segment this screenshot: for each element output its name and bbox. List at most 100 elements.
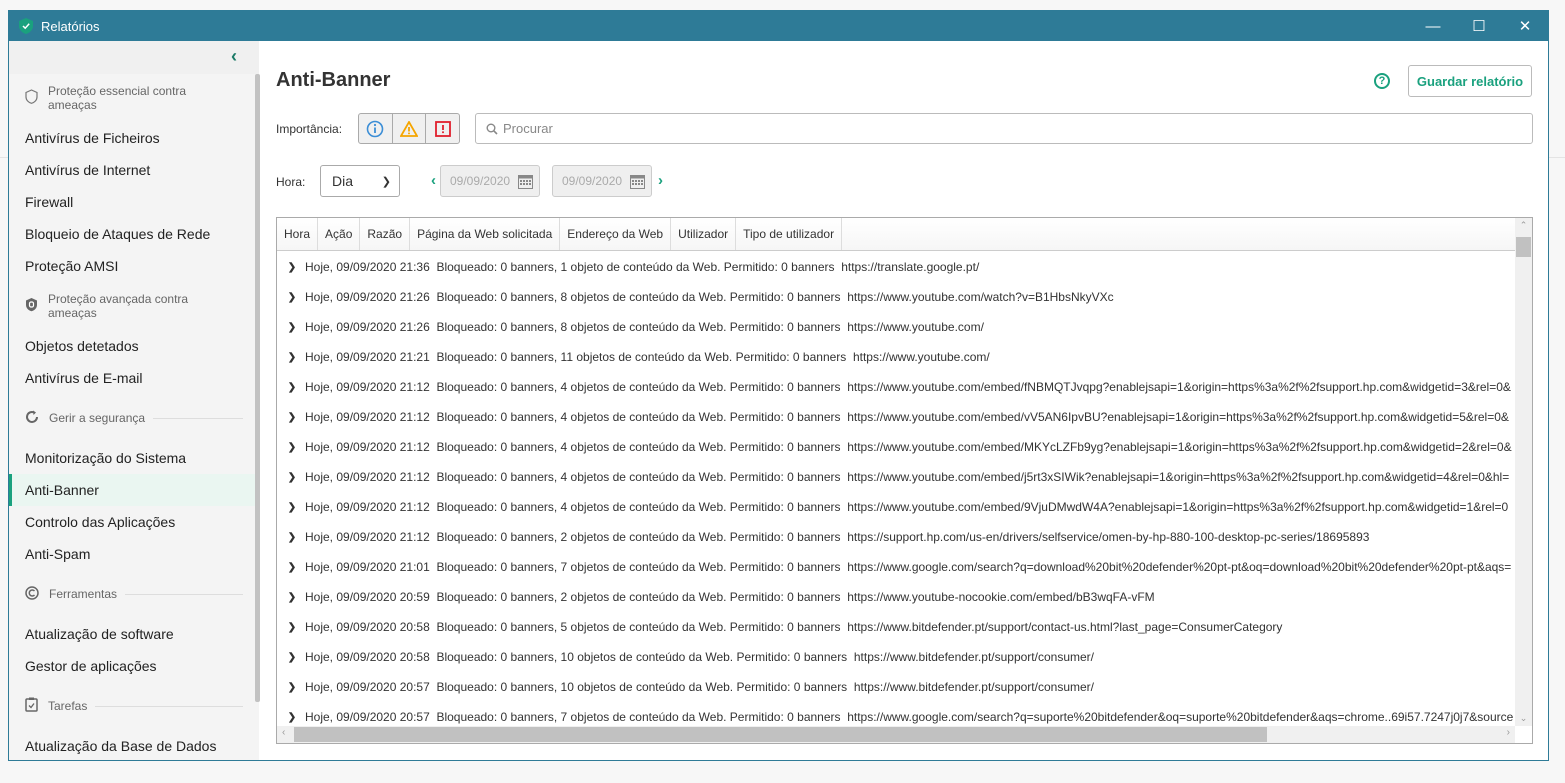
column-header[interactable]: Razão [360,218,411,250]
table-row[interactable]: ❯ Hoje, 09/09/2020 21:12 Bloqueado: 0 ban… [277,462,1515,492]
row-url: https://www.youtube.com/ [852,350,990,364]
calendar-icon[interactable] [518,174,533,189]
table-row[interactable]: ❯ Hoje, 09/09/2020 21:12 Bloqueado: 0 ban… [277,402,1515,432]
table-row[interactable]: ❯ Hoje, 09/09/2020 21:26 Bloqueado: 0 ban… [277,312,1515,342]
row-url: https://www.youtube.com/watch?v=B1HbsNky… [847,290,1114,304]
chevron-right-icon[interactable]: ❯ [277,562,305,573]
scroll-up-icon[interactable]: ⌃ [1515,220,1532,231]
sidebar-item[interactable]: Antivírus de Ficheiros [9,122,259,154]
minimize-button[interactable]: — [1410,11,1456,41]
scroll-right-icon[interactable]: › [1507,727,1510,738]
chevron-right-icon[interactable]: ❯ [277,502,305,513]
section-divider [125,593,243,595]
table-row[interactable]: ❯ Hoje, 09/09/2020 20:58 Bloqueado: 0 ban… [277,612,1515,642]
chevron-right-icon[interactable]: ❯ [277,472,305,483]
date-to-field[interactable]: 09/09/2020 [552,165,652,197]
warning-filter-button[interactable] [393,114,427,143]
chevron-left-icon: ‹ [231,46,237,66]
save-report-button[interactable]: Guardar relatório [1408,65,1532,97]
date-from-field[interactable]: 09/09/2020 [440,165,540,197]
previous-date-button[interactable]: ‹ [431,172,436,189]
chevron-right-icon[interactable]: ❯ [277,532,305,543]
horizontal-scroll-thumb[interactable] [294,727,1267,742]
sidebar-item[interactable]: Antivírus de E-mail [9,362,259,394]
chevron-right-icon[interactable]: ❯ [277,352,305,363]
table-row[interactable]: ❯ Hoje, 09/09/2020 21:12 Bloqueado: 0 ban… [277,522,1515,552]
chevron-right-icon[interactable]: ❯ [277,592,305,603]
info-filter-button[interactable] [359,114,393,143]
sidebar-item[interactable]: Bloqueio de Ataques de Rede [9,218,259,250]
reports-window: Relatórios — ☐ ✕ ‹ Proteção essencial co… [8,10,1549,761]
search-input[interactable]: Procurar [475,113,1533,144]
chevron-right-icon[interactable]: ❯ [277,442,305,453]
warning-icon [400,120,418,137]
search-placeholder: Procurar [503,121,553,136]
table-row[interactable]: ❯ Hoje, 09/09/2020 20:59 Bloqueado: 0 ban… [277,582,1515,612]
table-row[interactable]: ❯ Hoje, 09/09/2020 21:21 Bloqueado: 0 ban… [277,342,1515,372]
vertical-scroll-thumb[interactable] [1516,237,1531,257]
table-row[interactable]: ❯ Hoje, 09/09/2020 21:12 Bloqueado: 0 ban… [277,492,1515,522]
sidebar-item[interactable]: Monitorização do Sistema [9,442,259,474]
column-header[interactable]: Tipo de utilizador [736,218,843,250]
chevron-right-icon[interactable]: ❯ [277,712,305,723]
chevron-right-icon[interactable]: ❯ [277,682,305,693]
column-header[interactable]: Hora [277,218,319,250]
next-date-button[interactable]: › [658,172,663,189]
chevron-right-icon[interactable]: ❯ [277,292,305,303]
sidebar-item[interactable]: Gestor de aplicações [9,650,259,682]
events-table: Hora Ação Razão Página da Web solicitada End… [276,217,1533,744]
row-time: Hoje, 09/09/2020 20:57 [305,680,430,694]
period-select[interactable]: Dia ❯ [320,165,400,197]
scroll-left-icon[interactable]: ‹ [282,727,285,738]
table-row[interactable]: ❯ Hoje, 09/09/2020 21:36 Bloqueado: 0 ban… [277,252,1515,282]
table-row[interactable]: ❯ Hoje, 09/09/2020 21:12 Bloqueado: 0 ban… [277,372,1515,402]
column-header[interactable]: Endereço da Web [560,218,672,250]
column-header[interactable]: Página da Web solicitada [410,218,561,250]
chevron-right-icon[interactable]: ❯ [277,382,305,393]
chevron-down-icon: ❯ [381,175,391,188]
sidebar-item[interactable]: Proteção AMSI [9,250,259,282]
maximize-button[interactable]: ☐ [1456,11,1502,41]
table-row[interactable]: ❯ Hoje, 09/09/2020 21:01 Bloqueado: 0 ban… [277,552,1515,582]
sidebar-item[interactable]: Atualização de software [9,618,259,650]
chevron-right-icon[interactable]: ❯ [277,322,305,333]
table-row[interactable]: ❯ Hoje, 09/09/2020 20:57 Bloqueado: 0 ban… [277,672,1515,702]
sidebar: ‹ Proteção essencial contra ameaças Antiv… [9,41,260,760]
table-row[interactable]: ❯ Hoje, 09/09/2020 20:57 Bloqueado: 0 ban… [277,702,1515,726]
critical-filter-button[interactable] [426,114,459,143]
chevron-right-icon[interactable]: ❯ [277,262,305,273]
sidebar-item[interactable]: Antivírus de Internet [9,154,259,186]
sidebar-item[interactable]: Anti-Spam [9,538,259,570]
horizontal-scrollbar[interactable]: ‹ › [277,726,1515,743]
calendar-icon[interactable] [630,174,645,189]
vertical-scrollbar[interactable]: ⌃ ⌄ [1515,218,1532,726]
sidebar-item[interactable]: Objetos detetados [9,330,259,362]
sidebar-section: Gerir a segurança [9,394,259,442]
sidebar-section: Ferramentas [9,570,259,618]
table-row[interactable]: ❯ Hoje, 09/09/2020 21:26 Bloqueado: 0 ban… [277,282,1515,312]
column-header[interactable]: Utilizador [671,218,737,250]
table-row[interactable]: ❯ Hoje, 09/09/2020 20:58 Bloqueado: 0 ban… [277,642,1515,672]
column-header[interactable]: Ação [318,218,361,250]
window-title: Relatórios [41,18,100,34]
chevron-right-icon[interactable]: ❯ [277,652,305,663]
collapse-sidebar-button[interactable]: ‹ [9,41,259,74]
shield-check-icon [19,18,33,34]
sidebar-section: Proteção essencial contra ameaças [9,74,259,122]
table-row[interactable]: ❯ Hoje, 09/09/2020 21:12 Bloqueado: 0 ban… [277,432,1515,462]
scroll-down-icon[interactable]: ⌄ [1515,713,1532,724]
sidebar-item[interactable]: Atualização da Base de Dados [9,730,259,760]
help-icon[interactable]: ? [1374,73,1390,89]
sidebar-section-title: Proteção avançada contra ameaças [48,292,189,320]
row-url: https://www.youtube.com/ [847,320,984,334]
close-button[interactable]: ✕ [1502,11,1548,41]
sidebar-item[interactable]: Firewall [9,186,259,218]
sidebar-section: Proteção avançada contra ameaças [9,282,259,330]
sidebar-item[interactable]: Anti-Banner [9,474,259,506]
row-summary: Bloqueado: 0 banners, 4 objetos de conte… [436,440,841,454]
importance-label: Importância: [276,122,343,136]
sidebar-item[interactable]: Controlo das Aplicações [9,506,259,538]
chevron-right-icon[interactable]: ❯ [277,622,305,633]
chevron-right-icon[interactable]: ❯ [277,412,305,423]
row-summary: Bloqueado: 0 banners, 2 objetos de conte… [436,530,841,544]
